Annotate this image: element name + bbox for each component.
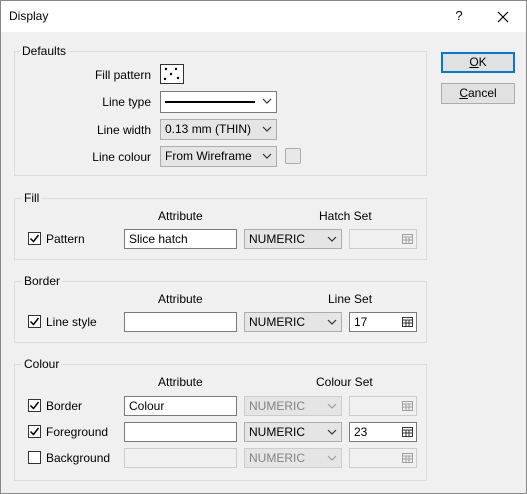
line-set-value: 17 xyxy=(354,315,368,329)
solid-line-icon xyxy=(165,101,255,103)
checkmark-icon xyxy=(29,234,40,243)
border-type-select[interactable]: NUMERIC xyxy=(244,312,342,332)
line-width-select[interactable]: 0.13 mm (THIN) xyxy=(160,119,277,140)
display-dialog: Display ? OK Cancel Defaults Fill patter… xyxy=(0,0,527,494)
background-colour-set-input[interactable] xyxy=(349,448,417,468)
line-style-checkbox[interactable] xyxy=(28,315,41,328)
foreground-colour-set-value: 23 xyxy=(354,425,368,439)
browse-table-icon[interactable] xyxy=(402,453,413,463)
dot-pattern-icon xyxy=(163,67,180,81)
border-colour-type-value: NUMERIC xyxy=(249,399,305,413)
border-group-label: Border xyxy=(22,274,63,288)
fill-pattern-label: Fill pattern xyxy=(94,68,151,82)
line-width-label: Line width xyxy=(96,123,151,137)
background-label: Background xyxy=(46,451,111,465)
foreground-colour-set-input[interactable]: 23 xyxy=(349,422,417,442)
fill-type-value: NUMERIC xyxy=(249,232,305,246)
title-bar: Display ? xyxy=(1,1,526,32)
checkmark-icon xyxy=(29,401,40,410)
line-colour-swatch-button[interactable] xyxy=(285,148,301,164)
close-icon xyxy=(497,11,509,23)
border-colour-type-select[interactable]: NUMERIC xyxy=(244,396,342,416)
chevron-down-icon xyxy=(327,455,337,461)
browse-table-icon[interactable] xyxy=(402,317,413,327)
line-set-input[interactable]: 17 xyxy=(349,312,417,332)
chevron-down-icon xyxy=(327,403,337,409)
background-type-select[interactable]: NUMERIC xyxy=(244,448,342,468)
colour-set-header: Colour Set xyxy=(316,375,373,389)
fill-pattern-picker[interactable] xyxy=(160,64,184,84)
close-button[interactable] xyxy=(492,6,514,28)
border-colour-set-input[interactable] xyxy=(349,396,417,416)
checkmark-icon xyxy=(29,427,40,436)
help-button[interactable]: ? xyxy=(449,6,469,26)
cancel-label-rest: ancel xyxy=(467,86,497,100)
chevron-down-icon xyxy=(327,319,337,325)
border-attribute-header: Attribute xyxy=(158,292,203,306)
foreground-label: Foreground xyxy=(46,425,109,439)
border-attribute-input[interactable] xyxy=(124,312,237,332)
line-colour-value: From Wireframe xyxy=(165,149,252,163)
border-colour-checkbox[interactable] xyxy=(28,399,41,412)
browse-table-icon[interactable] xyxy=(402,234,413,244)
fill-group-label: Fill xyxy=(22,191,42,205)
foreground-attribute-input[interactable] xyxy=(124,422,237,442)
foreground-type-select[interactable]: NUMERIC xyxy=(244,422,342,442)
cancel-mnemonic: C xyxy=(459,86,468,100)
ok-label-rest: K xyxy=(478,55,487,69)
line-colour-select[interactable]: From Wireframe xyxy=(160,146,277,167)
line-width-value: 0.13 mm (THIN) xyxy=(165,122,252,136)
pattern-checkbox[interactable] xyxy=(28,232,41,245)
ok-button[interactable]: OK xyxy=(441,52,515,73)
browse-table-icon[interactable] xyxy=(402,427,413,437)
colour-attribute-header: Attribute xyxy=(158,375,203,389)
fill-attribute-input[interactable]: Slice hatch xyxy=(124,229,237,249)
colour-group-label: Colour xyxy=(22,357,62,371)
border-colour-label: Border xyxy=(46,399,83,413)
border-colour-attribute-value: Colour xyxy=(129,399,165,413)
window-title: Display xyxy=(9,9,49,23)
defaults-group-label: Defaults xyxy=(20,44,69,58)
ok-mnemonic: O xyxy=(469,55,479,69)
foreground-checkbox[interactable] xyxy=(28,425,41,438)
background-type-value: NUMERIC xyxy=(249,451,305,465)
fill-attribute-header: Attribute xyxy=(158,209,203,223)
border-type-value: NUMERIC xyxy=(249,315,305,329)
border-line-set-header: Line Set xyxy=(328,292,373,306)
background-attribute-input[interactable] xyxy=(124,448,237,468)
pattern-label: Pattern xyxy=(46,232,85,246)
cancel-button[interactable]: Cancel xyxy=(441,83,515,104)
chevron-down-icon xyxy=(262,153,272,159)
line-style-label: Line style xyxy=(46,315,97,329)
border-colour-attribute-input[interactable]: Colour xyxy=(124,396,237,416)
hatch-set-input[interactable] xyxy=(349,229,417,249)
foreground-type-value: NUMERIC xyxy=(249,425,305,439)
fill-hatch-set-header: Hatch Set xyxy=(319,209,372,223)
chevron-down-icon xyxy=(327,236,337,242)
line-type-select[interactable] xyxy=(160,91,277,113)
line-type-label: Line type xyxy=(102,95,151,109)
chevron-down-icon xyxy=(262,98,272,104)
background-checkbox[interactable] xyxy=(28,451,41,464)
line-colour-label: Line colour xyxy=(92,150,151,164)
browse-table-icon[interactable] xyxy=(402,401,413,411)
chevron-down-icon xyxy=(262,126,272,132)
fill-type-select[interactable]: NUMERIC xyxy=(244,229,342,249)
fill-attribute-value: Slice hatch xyxy=(129,232,188,246)
checkmark-icon xyxy=(29,317,40,326)
chevron-down-icon xyxy=(327,429,337,435)
